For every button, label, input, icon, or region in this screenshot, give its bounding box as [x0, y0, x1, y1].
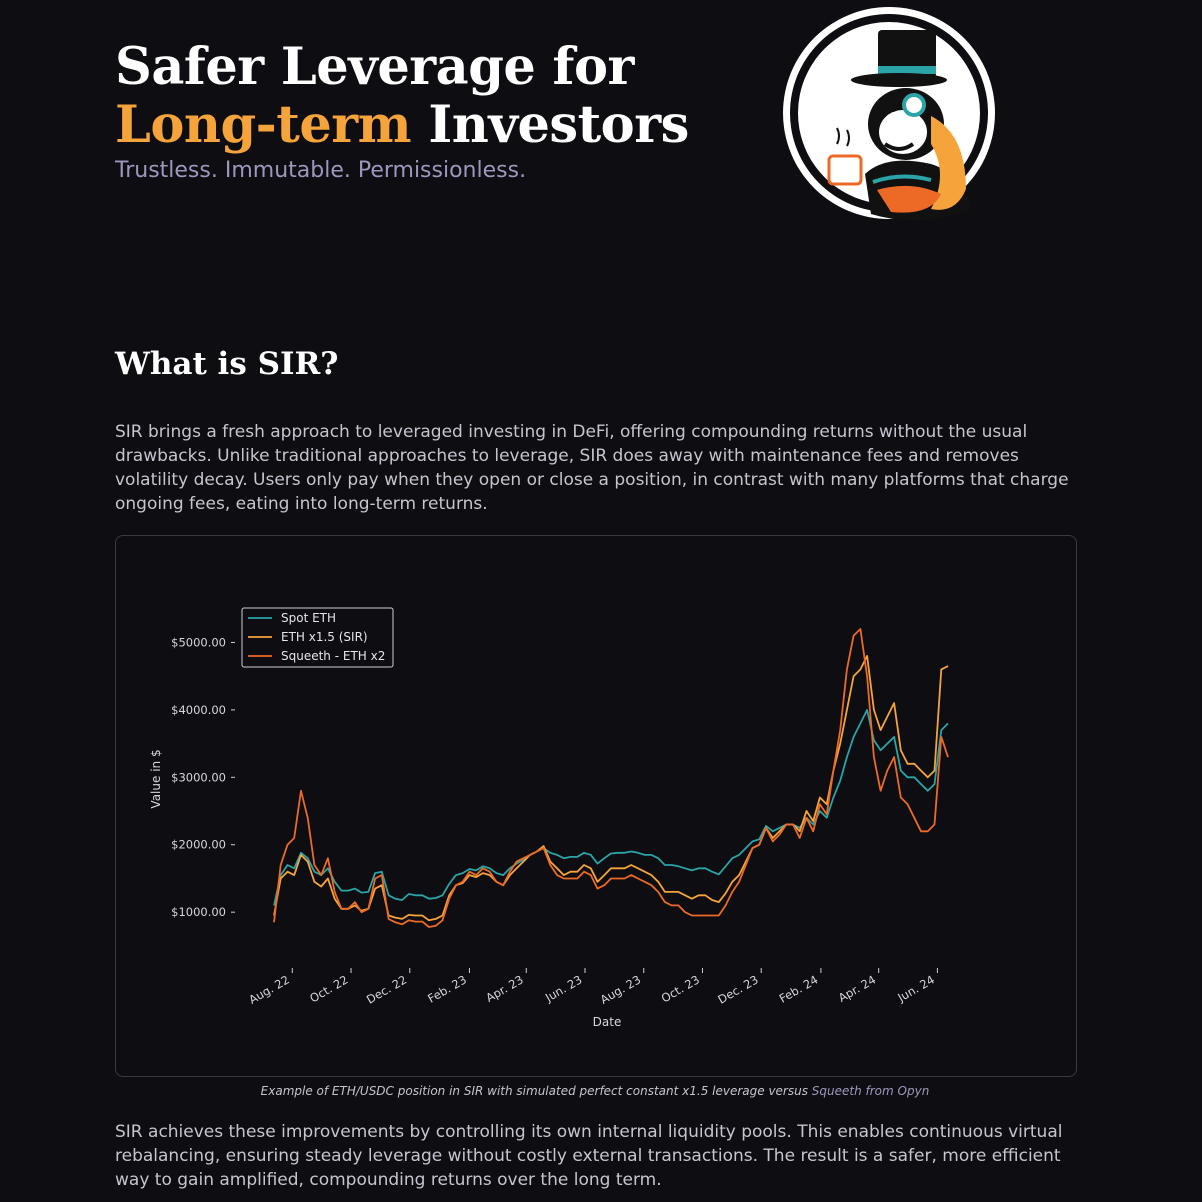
legend-entry: Squeeth - ETH x2 — [281, 649, 385, 663]
chart-legend: Spot ETH ETH x1.5 (SIR) Squeeth - ETH x2 — [241, 607, 394, 668]
x-tick-label: Dec. 23 — [715, 972, 760, 1006]
chart-card: $1000.00 $2000.00 $3000.00 $4000.00 $5000.00… — [115, 535, 1077, 1077]
x-tick-label: Oct. 22 — [307, 972, 350, 1005]
y-tick-label: $2000.00 — [171, 838, 226, 852]
x-tick-label: Jun. 24 — [894, 972, 936, 1005]
section-title: What is SIR? — [115, 346, 339, 382]
series-line-spot — [273, 708, 949, 906]
series-line-squeeth — [273, 628, 949, 928]
x-tick-label: Apr. 23 — [483, 972, 525, 1005]
squeeth-link[interactable]: Squeeth from Opyn — [812, 1084, 930, 1098]
hero-title: Safer Leverage for Long-term Investors — [115, 38, 689, 154]
x-tick-label: Feb. 23 — [425, 972, 469, 1005]
x-tick-label: Feb. 24 — [777, 972, 821, 1005]
performance-line-chart: $1000.00 $2000.00 $3000.00 $4000.00 $5000.00… — [149, 607, 949, 1029]
caption-text: Example of ETH/USDC position in SIR with… — [260, 1084, 812, 1098]
hero-title-line1: Safer Leverage for — [115, 37, 634, 97]
chart-caption: Example of ETH/USDC position in SIR with… — [115, 1084, 1075, 1098]
intro-paragraph: SIR brings a fresh approach to leveraged… — [115, 422, 1069, 514]
x-tick-label: Dec. 22 — [364, 972, 409, 1006]
hero-title-line2: Investors — [428, 95, 689, 155]
followup-paragraph: SIR achieves these improvements by contr… — [115, 1122, 1063, 1190]
y-tick-label: $1000.00 — [171, 905, 226, 919]
x-tick-label: Aug. 22 — [246, 972, 291, 1006]
hero-title-accent: Long-term — [115, 95, 412, 155]
y-tick-label: $3000.00 — [171, 770, 226, 784]
x-axis-label: Date — [593, 1015, 622, 1029]
hero: Safer Leverage for Long-term Investors T… — [115, 38, 689, 183]
legend-entry: Spot ETH — [281, 611, 336, 625]
y-tick-label: $5000.00 — [171, 635, 226, 649]
monkey-mascot-logo-icon — [781, 4, 999, 232]
legend-entry: ETH x1.5 (SIR) — [281, 630, 368, 644]
x-tick-label: Oct. 23 — [659, 972, 702, 1005]
y-tick-label: $4000.00 — [171, 703, 226, 717]
x-tick-label: Apr. 24 — [836, 972, 878, 1005]
x-tick-label: Jun. 23 — [542, 972, 584, 1005]
hero-tagline: Trustless. Immutable. Permissionless. — [115, 158, 527, 183]
x-tick-label: Aug. 23 — [598, 972, 643, 1006]
y-axis-label: Value in $ — [149, 749, 163, 808]
